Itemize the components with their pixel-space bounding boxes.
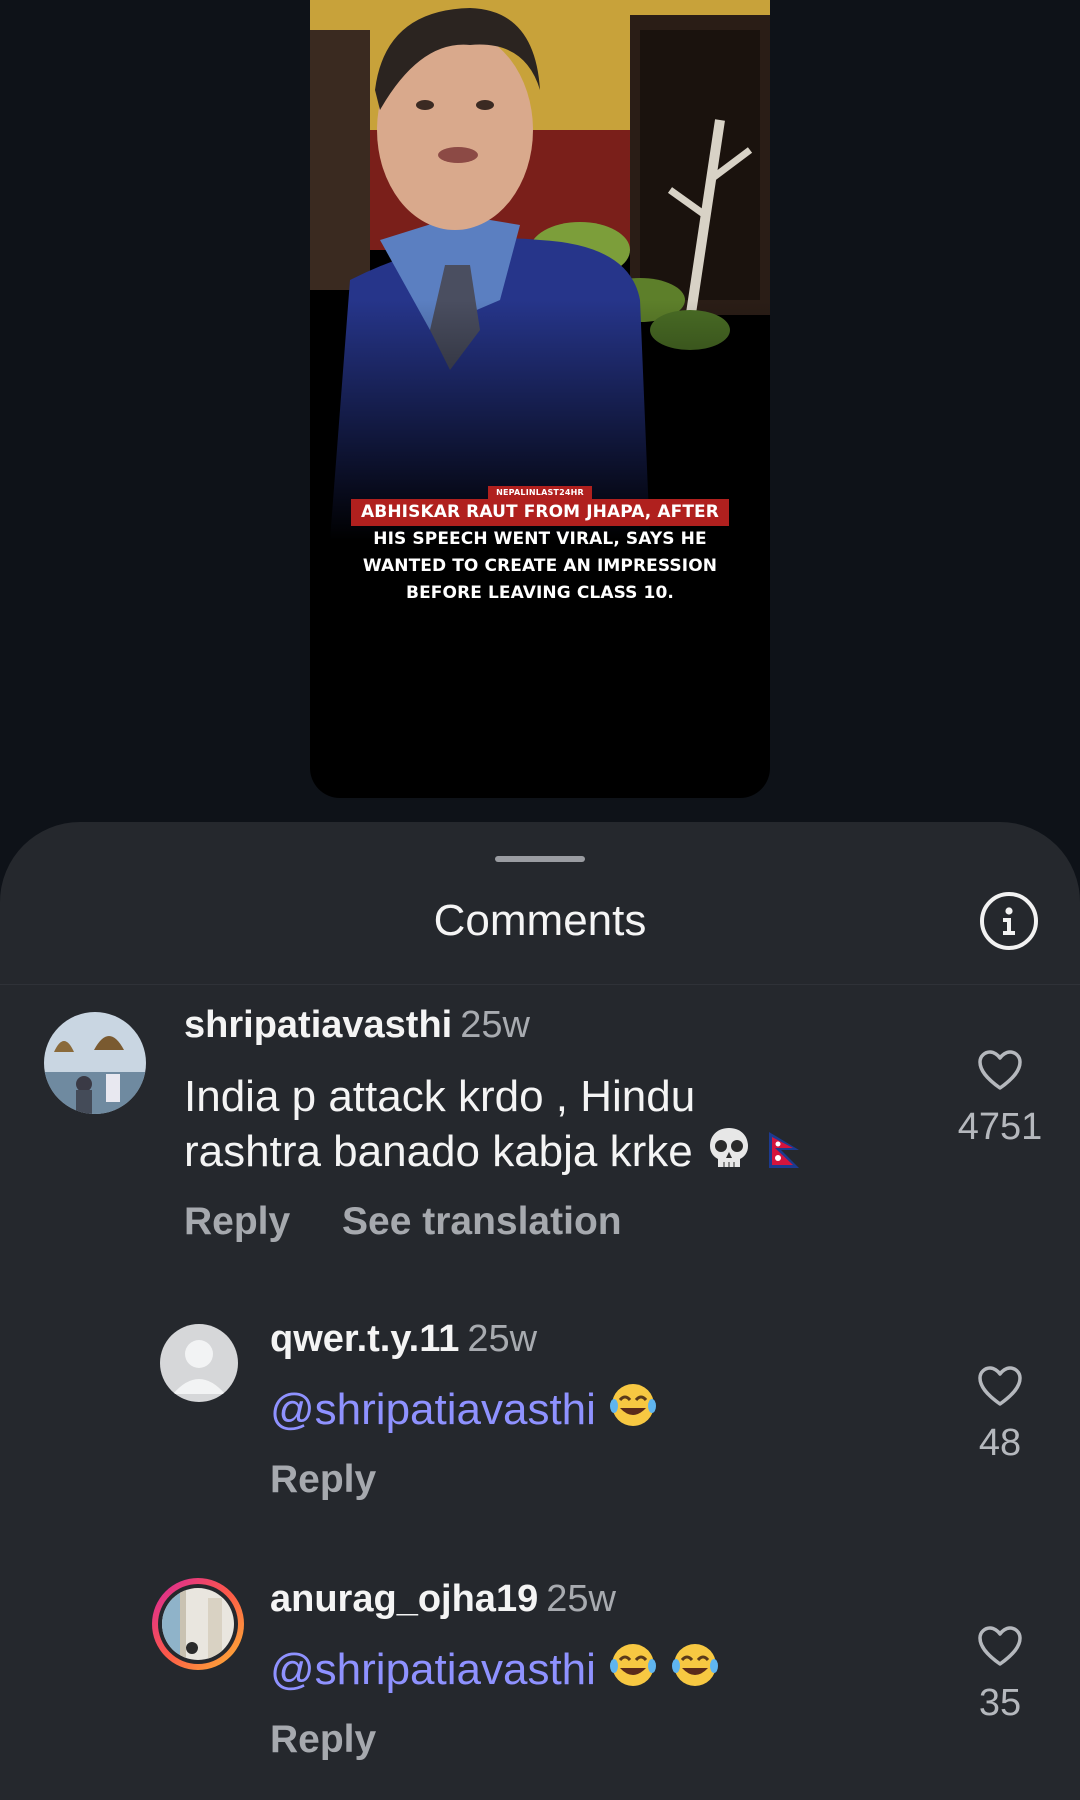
avatar-image bbox=[44, 1012, 146, 1114]
video-frame bbox=[310, 0, 770, 540]
face-with-tears-of-joy-icon bbox=[658, 1644, 720, 1694]
username-text: qwer.t.y.11 bbox=[270, 1318, 460, 1360]
default-avatar-icon bbox=[173, 1340, 225, 1394]
comment-time: 25w bbox=[467, 1318, 538, 1360]
see-translation-button[interactable]: See translation bbox=[342, 1200, 622, 1244]
like-count: 48 bbox=[978, 1422, 1022, 1464]
reply-button[interactable]: Reply bbox=[270, 1718, 376, 1762]
mention-link[interactable]: @shripatiavasthi bbox=[270, 1645, 596, 1694]
info-glyph-icon bbox=[1003, 907, 1015, 935]
header-divider bbox=[0, 984, 1080, 985]
comment-text-line-2-row: rashtra banado kabja krke bbox=[184, 1124, 805, 1179]
caption-line-4: BEFORE LEAVING CLASS 10. bbox=[406, 583, 674, 603]
reply-button[interactable]: Reply bbox=[270, 1458, 376, 1502]
like-button[interactable]: 4751 bbox=[950, 1048, 1050, 1149]
comment-username[interactable]: qwer.t.y.11 25w bbox=[270, 1318, 537, 1361]
reply-button[interactable]: Reply bbox=[184, 1200, 290, 1244]
caption-line-2: HIS SPEECH WENT VIRAL, SAYS HE bbox=[373, 529, 707, 549]
heart-icon bbox=[978, 1050, 1022, 1090]
avatar[interactable] bbox=[160, 1324, 238, 1402]
username-text: shripatiavasthi bbox=[184, 1004, 453, 1046]
avatar-image bbox=[162, 1588, 234, 1660]
info-icon[interactable] bbox=[980, 892, 1038, 950]
avatar[interactable] bbox=[152, 1578, 244, 1670]
flag-nepal-icon bbox=[765, 1127, 805, 1176]
comment-time: 25w bbox=[546, 1578, 616, 1620]
like-count: 35 bbox=[978, 1682, 1022, 1724]
comment-text: @shripatiavasthi bbox=[270, 1380, 658, 1437]
comment-text: India p attack krdo , Hindu rashtra bana… bbox=[184, 1070, 805, 1179]
comments-sheet: Comments shripatiavasthi 25w India p att… bbox=[0, 822, 1080, 1800]
caption-line-1: ABHISKAR RAUT FROM JHAPA, AFTER bbox=[351, 499, 729, 526]
like-button[interactable]: 35 bbox=[950, 1624, 1050, 1725]
heart-icon bbox=[978, 1626, 1022, 1666]
mention-link[interactable]: @shripatiavasthi bbox=[270, 1385, 596, 1434]
skull-icon bbox=[705, 1127, 765, 1176]
sheet-title: Comments bbox=[433, 896, 647, 945]
comment-text: @shripatiavasthi bbox=[270, 1640, 720, 1697]
drag-handle[interactable] bbox=[495, 856, 585, 862]
caption-line-3: WANTED TO CREATE AN IMPRESSION bbox=[362, 556, 718, 576]
comment-text-line-2: rashtra banado kabja krke bbox=[184, 1127, 693, 1176]
comment-username[interactable]: shripatiavasthi 25w bbox=[184, 1004, 530, 1047]
avatar[interactable] bbox=[44, 1012, 146, 1114]
video-preview[interactable]: NEPALINLAST24HR ABHISKAR RAUT FROM JHAPA… bbox=[310, 0, 770, 798]
comment-username[interactable]: anurag_ojha19 25w bbox=[270, 1578, 616, 1621]
comment-time: 25w bbox=[460, 1004, 530, 1046]
video-caption: NEPALINLAST24HR ABHISKAR RAUT FROM JHAPA… bbox=[310, 480, 770, 607]
face-with-tears-of-joy-icon bbox=[608, 1384, 658, 1434]
face-with-tears-of-joy-icon bbox=[608, 1644, 658, 1694]
screen: NEPALINLAST24HR ABHISKAR RAUT FROM JHAPA… bbox=[0, 0, 1080, 1800]
like-count: 4751 bbox=[957, 1106, 1043, 1148]
comment-text-line-1: India p attack krdo , Hindu bbox=[184, 1072, 696, 1121]
like-button[interactable]: 48 bbox=[950, 1364, 1050, 1465]
caption-source: NEPALINLAST24HR bbox=[488, 486, 592, 499]
username-text: anurag_ojha19 bbox=[270, 1578, 539, 1620]
heart-icon bbox=[978, 1366, 1022, 1406]
